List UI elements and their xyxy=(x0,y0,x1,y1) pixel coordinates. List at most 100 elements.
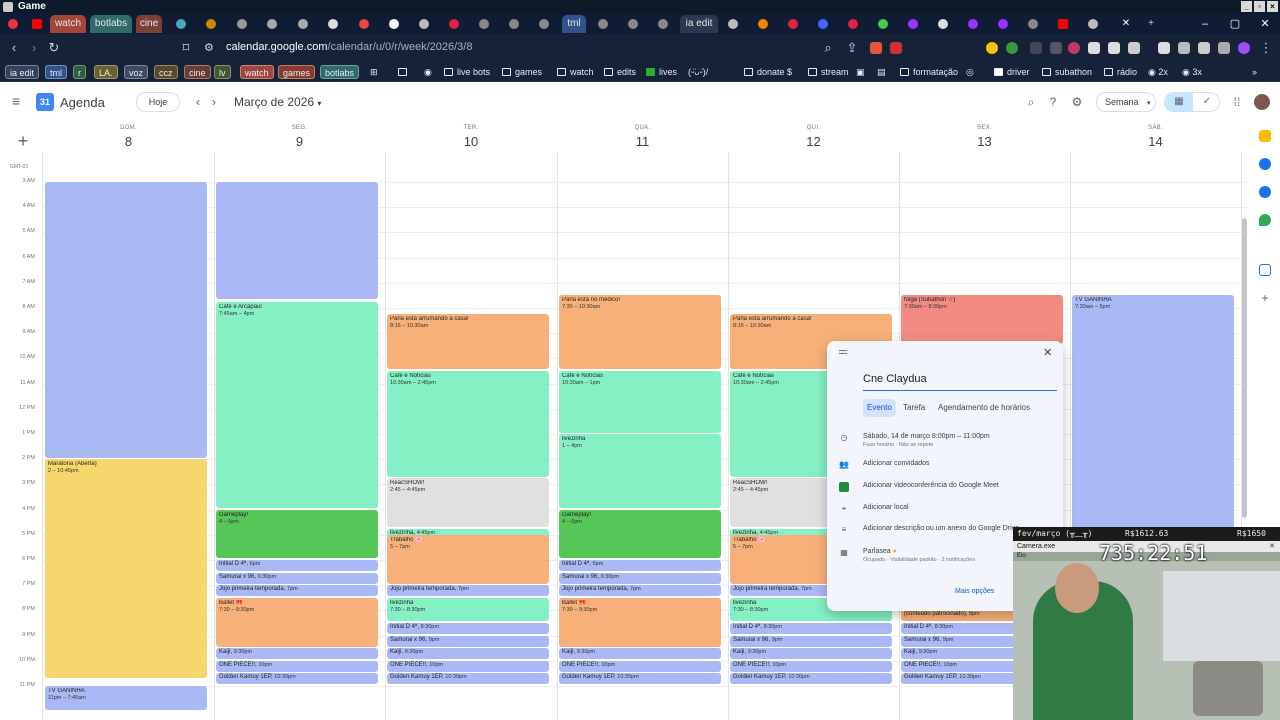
tab-icon-7[interactable] xyxy=(263,15,281,33)
tab-icon-6[interactable] xyxy=(233,15,251,33)
tab-icon-25[interactable] xyxy=(874,15,892,33)
close-icon[interactable]: ✕ xyxy=(1043,346,1052,359)
calendar-event[interactable]: Initial D 4ª, 6pm xyxy=(216,560,378,572)
next-week-icon[interactable]: › xyxy=(207,94,221,110)
minimize-window-icon[interactable]: – xyxy=(1190,14,1220,34)
calendar-event[interactable] xyxy=(45,182,207,458)
text-icon[interactable] xyxy=(1259,264,1271,276)
month-title[interactable]: Março de 2026 ▾ xyxy=(234,95,321,109)
day-header[interactable]: QUI. 12 xyxy=(728,122,899,162)
extension-icon-3[interactable] xyxy=(1030,42,1042,54)
extension-icon-4[interactable] xyxy=(1050,42,1062,54)
calendar-event[interactable]: ONE PIECE!!, 10pm xyxy=(216,660,378,672)
tab-twitch-1[interactable] xyxy=(904,15,922,33)
day-header[interactable]: SEX. 13 xyxy=(899,122,1070,162)
vpn-icon[interactable] xyxy=(1218,42,1230,54)
calendar-event[interactable]: Café e Notícias 10:30am – 1pm xyxy=(559,371,721,433)
tab-tml[interactable]: tml xyxy=(562,15,586,33)
tab-ia-edit[interactable]: ia edit xyxy=(680,15,718,33)
calendar-view-icon[interactable]: ▦ xyxy=(1165,93,1193,111)
bookmark-link[interactable]: ▤ xyxy=(873,65,890,79)
calendar-event[interactable]: Kaiji, 9:30pm xyxy=(559,648,721,660)
bookmark-chip[interactable]: LA. xyxy=(94,65,118,79)
calendar-event[interactable]: Initial D 4ª, 8:30pm xyxy=(387,623,549,635)
bookmark-folder[interactable]: live bots xyxy=(440,65,494,79)
calendar-event[interactable]: Samurai x 96, 9pm xyxy=(387,635,549,647)
calendar-event[interactable]: TV GANINHA 11pm – 7:45am xyxy=(45,686,207,710)
calendar-event[interactable]: Trabalho 🌸 5 – 7pm xyxy=(387,534,549,584)
forward-icon[interactable]: › xyxy=(26,40,42,56)
bookmark-chip[interactable]: voz xyxy=(124,65,149,79)
calendar-event[interactable] xyxy=(216,182,378,299)
bookmark-folder[interactable]: rádio xyxy=(1100,65,1141,79)
bookmark-icon[interactable]: ⌑ xyxy=(178,40,194,56)
calendar-event[interactable]: ONE PIECE!!, 10pm xyxy=(559,660,721,672)
tab-tarefa[interactable]: Tarefa xyxy=(899,399,929,417)
close-icon[interactable]: × xyxy=(1267,1,1278,12)
tab-icon-11[interactable] xyxy=(385,15,403,33)
calendar-event[interactable]: Golden Kamuy 1EP, 10:30pm xyxy=(387,673,549,685)
calendar-event[interactable]: Kaiji, 9:30pm xyxy=(730,648,892,660)
bookmark-link[interactable]: driver xyxy=(990,65,1034,79)
brave-shield-icon[interactable] xyxy=(870,42,882,54)
calendar-event[interactable]: ReacSHOW! 2:45 – 4:45pm xyxy=(387,478,549,527)
profile-icon[interactable] xyxy=(1238,42,1250,54)
calendar-event[interactable]: Jojo primeira temporada, 7pm xyxy=(216,585,378,597)
view-select[interactable]: Semana ▾ xyxy=(1096,92,1156,112)
minimize-icon[interactable]: _ xyxy=(1241,1,1252,12)
back-icon[interactable]: ‹ xyxy=(6,40,22,56)
tab-icon-26[interactable] xyxy=(934,15,952,33)
calendar-event[interactable]: Café e Arcapaul 7:45am – 4pm xyxy=(216,301,378,509)
bookmark-link[interactable]: (ᵕ̈ᴗᵕ̈)/ xyxy=(684,65,712,79)
calendar-event[interactable]: Parla está arrumando a casa! 8:15 – 10:30… xyxy=(387,314,549,370)
bookmark-chip[interactable]: games xyxy=(278,65,316,79)
tab-icon-14[interactable] xyxy=(475,15,493,33)
bookmark-chip[interactable]: ccz xyxy=(154,65,178,79)
bookmark-folder[interactable]: watch xyxy=(553,65,598,79)
tab-icon-9[interactable] xyxy=(324,15,342,33)
bookmark-chip[interactable]: botlabs xyxy=(320,65,360,79)
bookmark-chip[interactable]: cine xyxy=(184,65,211,79)
extension-icon-5[interactable] xyxy=(1068,42,1080,54)
bookmark-chip[interactable]: r xyxy=(73,65,86,79)
tab-icon-1[interactable] xyxy=(4,15,22,33)
calendar-event[interactable]: Parla está no médico! 7:30 – 10:30am xyxy=(559,295,721,370)
restore-icon[interactable]: ▫ xyxy=(1254,1,1265,12)
tab-youtube[interactable] xyxy=(28,15,46,33)
tab-icon-16[interactable] xyxy=(535,15,553,33)
tab-icon-28[interactable] xyxy=(1084,15,1102,33)
zoom-icon[interactable]: ⌕ xyxy=(820,40,836,56)
calendar-event[interactable]: TV GANINHA 7:30am – 5pm xyxy=(1072,295,1234,534)
more-bookmarks-icon[interactable]: » xyxy=(1248,65,1261,79)
tab-twitch-3[interactable] xyxy=(994,15,1012,33)
wallet-icon[interactable] xyxy=(1178,42,1190,54)
sidebar-icon[interactable] xyxy=(1158,42,1170,54)
menu-kebab-icon[interactable]: ⋮ xyxy=(1258,40,1274,56)
calendar-event[interactable]: Samurai x 96, 6:30pm xyxy=(216,572,378,584)
extensions-puzzle-icon[interactable] xyxy=(1108,42,1120,54)
calendar-event[interactable]: Gameplay! 4 – 6pm xyxy=(559,509,721,559)
tab-close-icon[interactable]: ✕ xyxy=(1114,15,1138,33)
calendar-event[interactable]: Jojo primeira temporada, 7pm xyxy=(387,585,549,597)
more-options-button[interactable]: Mais opções xyxy=(955,588,994,595)
calendar-event[interactable]: Golden Kamuy 1EP, 10:30pm xyxy=(730,673,892,685)
tab-icon-22[interactable] xyxy=(784,15,802,33)
extension-icon-6[interactable] xyxy=(1088,42,1100,54)
tab-icon-15[interactable] xyxy=(505,15,523,33)
tab-icon-24[interactable] xyxy=(844,15,862,33)
bookmark-link[interactable]: ◉ xyxy=(420,65,436,79)
apps-grid-icon[interactable]: ⊞ xyxy=(366,65,382,79)
tab-evento[interactable]: Evento xyxy=(863,399,896,417)
tab-icon-13[interactable] xyxy=(445,15,463,33)
tab-icon-19[interactable] xyxy=(654,15,672,33)
tab-agendamento[interactable]: Agendamento de horários xyxy=(934,399,1034,417)
day-header[interactable]: QUA. 11 xyxy=(557,122,728,162)
tasks-icon[interactable] xyxy=(1259,158,1271,170)
bookmark-folder[interactable]: formatação xyxy=(896,65,962,79)
close-window-icon[interactable]: ✕ xyxy=(1250,14,1280,34)
tab-twitch-2[interactable] xyxy=(964,15,982,33)
keep-icon[interactable] xyxy=(1259,130,1271,142)
site-info-icon[interactable]: ⚙ xyxy=(204,41,218,55)
bookmark-link[interactable]: ◎ xyxy=(962,65,978,79)
calendar-event[interactable]: Ballet 🎀 7:30 – 9:30pm xyxy=(216,597,378,647)
